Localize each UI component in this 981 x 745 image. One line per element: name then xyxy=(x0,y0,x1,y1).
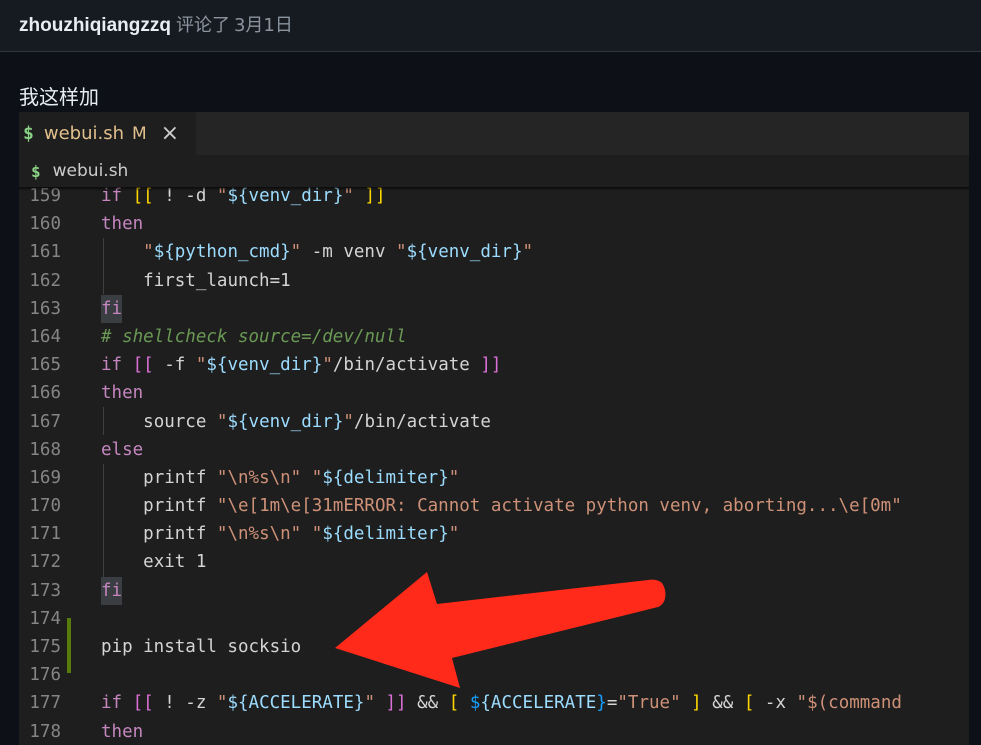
string: "${venv_dir}" xyxy=(216,411,354,432)
string: "${delimiter}" xyxy=(311,524,460,545)
editor-tab-bar: $ webui.sh M × xyxy=(19,112,969,155)
code-line: 161 "${python_cmd}" -m venv "${venv_dir}… xyxy=(19,238,969,266)
bracket: ] xyxy=(680,693,702,714)
breadcrumb-shadow xyxy=(19,187,969,191)
keyword: fi xyxy=(101,294,123,323)
code-line: 164 # shellcheck source=/dev/null xyxy=(19,323,969,351)
code-line: 167 source "${venv_dir}"/bin/activate xyxy=(19,408,969,436)
code-line: 162 first_launch=1 xyxy=(19,267,969,295)
comment-author[interactable]: zhouzhiqiangzzq xyxy=(19,15,171,36)
modified-badge: M xyxy=(131,123,147,144)
bracket: [ xyxy=(448,693,460,714)
variable: ${ACCELERATE} xyxy=(469,693,607,714)
bracket: [[ xyxy=(132,355,154,376)
code-line: 165 if [[ -f "${venv_dir}"/bin/activate ]… xyxy=(19,351,969,379)
code-line: 171 printf "\n%s\n" "${delimiter}" xyxy=(19,520,969,548)
code-line: 163 fi xyxy=(19,294,969,323)
code-line: 176 xyxy=(19,661,969,689)
string: "\n%s\n" xyxy=(216,524,302,545)
shell-file-icon: $ xyxy=(23,123,34,144)
comment-header: zhouzhiqiangzzq 评论了 3月1日 xyxy=(0,0,981,52)
line-number: 172 xyxy=(29,552,61,573)
line-number: 176 xyxy=(29,665,61,686)
bracket: [[ xyxy=(132,693,154,714)
keyword: else xyxy=(101,439,144,460)
bracket: ]] xyxy=(480,355,502,376)
string: "${venv_dir}" xyxy=(396,242,534,263)
keyword: fi xyxy=(101,576,123,605)
line-number: 164 xyxy=(29,326,61,347)
line-number: 178 xyxy=(29,721,61,742)
comment-action: 评论了 xyxy=(175,15,230,36)
comment: # shellcheck source=/dev/null xyxy=(101,326,407,347)
code-text: source xyxy=(143,411,217,432)
bracket: [ xyxy=(743,693,755,714)
string: "${python_cmd}" xyxy=(143,242,302,263)
code-line: 160 then xyxy=(19,210,969,238)
editor-tab-webui[interactable]: $ webui.sh M × xyxy=(19,112,196,155)
code-text: ! -z xyxy=(153,693,217,714)
code-line: 173 fi xyxy=(19,576,969,605)
keyword: then xyxy=(101,214,144,235)
tab-filename: webui.sh xyxy=(43,123,124,144)
line-number: 170 xyxy=(29,496,61,517)
line-number: 162 xyxy=(29,270,61,291)
line-number: 166 xyxy=(29,383,61,404)
string: "${ACCELERATE}" xyxy=(216,693,375,714)
code-line: 172 exit 1 xyxy=(19,548,969,576)
string: "$(command xyxy=(796,693,902,714)
code-text: exit 1 xyxy=(143,552,207,573)
line-number: 175 xyxy=(29,637,61,657)
shell-file-icon: $ xyxy=(31,161,41,181)
code-text: -f xyxy=(153,355,196,376)
code-text: printf xyxy=(143,467,217,488)
string: "\n%s\n" xyxy=(216,467,302,488)
code-line: 178 then xyxy=(19,718,969,745)
code-text: pip install socksio xyxy=(101,637,302,657)
code-area: 159 if [[ ! -d "${venv_dir}" ]] 160 then 1… xyxy=(19,182,969,745)
code-line: 169 printf "\n%s\n" "${delimiter}" xyxy=(19,464,969,492)
line-number: 173 xyxy=(29,580,61,601)
line-number: 168 xyxy=(29,439,61,460)
line-number: 177 xyxy=(29,693,61,714)
code-text: && xyxy=(701,693,744,714)
code-text: first_launch=1 xyxy=(143,270,291,291)
comment-body: 我这样加 xyxy=(19,85,99,109)
code-text: printf xyxy=(143,524,217,545)
code-text: = xyxy=(606,693,618,714)
code-text: -m venv xyxy=(301,242,397,263)
line-number: 161 xyxy=(29,242,61,263)
keyword: then xyxy=(101,383,144,404)
bracket: ]] xyxy=(374,693,407,714)
line-number: 165 xyxy=(29,355,61,376)
line-number: 167 xyxy=(29,411,61,432)
code-text: && xyxy=(406,693,449,714)
string: "${delimiter}" xyxy=(311,467,460,488)
keyword: if xyxy=(101,693,123,714)
keyword: if xyxy=(101,355,123,376)
string: "${venv_dir}" xyxy=(195,355,333,376)
code-editor-screenshot: $ webui.sh M × $ webui.sh 159 if [[ ! -d … xyxy=(19,112,969,745)
comment-date[interactable]: 3月1日 xyxy=(234,15,293,36)
line-number: 169 xyxy=(29,467,61,488)
line-number: 163 xyxy=(29,298,61,319)
string: "True" xyxy=(617,693,681,714)
code-line: 175 pip install socksio xyxy=(19,633,969,661)
code-line: 166 then xyxy=(19,379,969,407)
string: "\e[1m\e[31mERROR: Cannot activate pytho… xyxy=(216,496,902,517)
code-line: 177 if [[ ! -z "${ACCELERATE}" ]] && [ ${… xyxy=(19,689,969,717)
code-line: 174 xyxy=(19,605,969,633)
code-text: printf xyxy=(143,496,217,517)
line-number: 174 xyxy=(29,608,61,629)
line-number: 160 xyxy=(29,214,61,235)
keyword: then xyxy=(101,721,144,742)
line-number: 171 xyxy=(29,524,61,545)
breadcrumb-filename[interactable]: webui.sh xyxy=(53,161,129,181)
code-text: /bin/activate xyxy=(353,411,491,432)
code-line: 168 else xyxy=(19,436,969,464)
code-text: -x xyxy=(754,693,797,714)
code-text: /bin/activate xyxy=(332,355,481,376)
code-line: 170 printf "\e[1m\e[31mERROR: Cannot act… xyxy=(19,492,969,520)
close-icon[interactable]: × xyxy=(161,121,179,146)
